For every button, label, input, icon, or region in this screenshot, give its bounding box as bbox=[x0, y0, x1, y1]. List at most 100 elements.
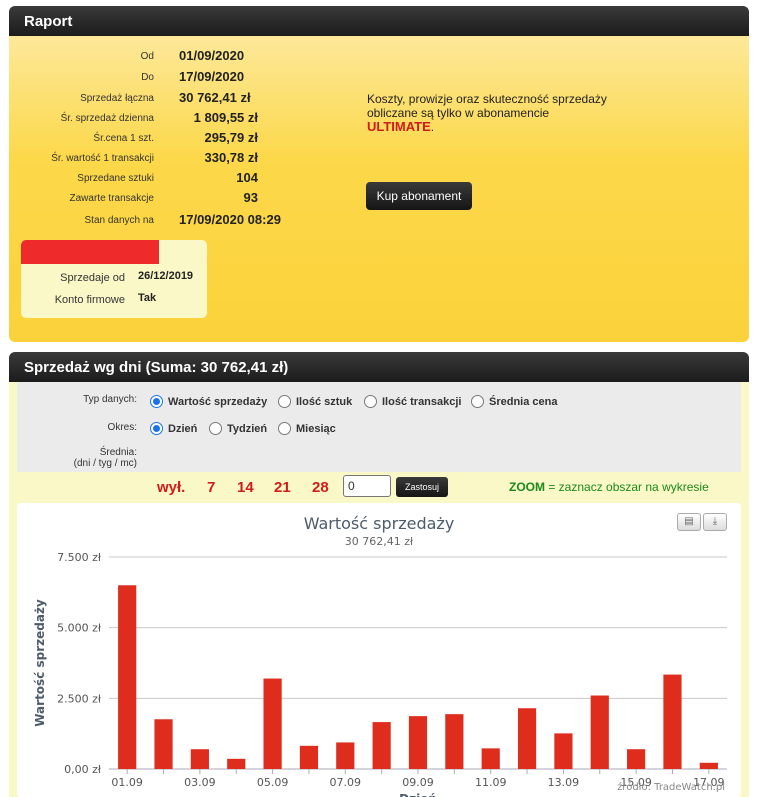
x-tick-label: 05.09 bbox=[257, 776, 289, 789]
x-tick-label: 09.09 bbox=[402, 776, 434, 789]
bar-09.09 bbox=[408, 716, 428, 769]
stat-value: 330,78 zł bbox=[204, 150, 259, 165]
seller-info-box: Sprzedaje od 26/12/2019 Konto firmowe Ta… bbox=[21, 240, 207, 318]
stat-value: 01/09/2020 bbox=[179, 48, 245, 63]
radio-label: Tydzień bbox=[227, 422, 268, 435]
y-tick-label: 0,00 zł bbox=[64, 763, 102, 776]
data-type-label: Typ danych: bbox=[83, 394, 137, 405]
promo-ultimate: ULTIMATE bbox=[367, 119, 431, 134]
radio-label: Ilość transakcji bbox=[382, 395, 462, 408]
stat-value: 17/09/2020 08:29 bbox=[179, 212, 281, 227]
chart-container[interactable]: ▤ ⤓ Wartość sprzedaży 30 762,41 zł 0,00 zł… bbox=[17, 503, 741, 797]
stat-value: 1 809,55 zł bbox=[193, 110, 258, 125]
stat-row-avg-price: Śr.cena 1 szt. 295,79 zł bbox=[9, 130, 329, 150]
radio-week[interactable]: Tydzień bbox=[209, 422, 267, 435]
sales-panel-title: Sprzedaż wg dni (Suma: 30 762,41 zł) bbox=[9, 352, 749, 382]
stat-row-avg-transaction: Śr. wartość 1 transakcji 330,78 zł bbox=[9, 150, 329, 170]
radio-dot[interactable] bbox=[364, 395, 377, 408]
stat-row-to: Do 17/09/2020 bbox=[9, 69, 329, 89]
average-option-off[interactable]: wył. bbox=[157, 479, 185, 496]
radio-dot[interactable] bbox=[209, 422, 222, 435]
stat-value: 17/09/2020 bbox=[179, 69, 245, 84]
subscription-promo: Koszty, prowizje oraz skuteczność sprzed… bbox=[367, 92, 647, 134]
y-axis-label: Wartość sprzedaży bbox=[33, 599, 47, 727]
company-account-value: Tak bbox=[138, 292, 157, 304]
average-input[interactable]: 0 bbox=[343, 475, 391, 497]
average-sublabel: (dni / tyg / mc) bbox=[73, 458, 137, 469]
bar-03.09 bbox=[190, 749, 209, 769]
radio-dot[interactable] bbox=[150, 422, 163, 435]
seller-since-label: Sprzedaje od bbox=[60, 272, 125, 284]
bar-04.09 bbox=[227, 758, 246, 769]
chart-controls: Typ danych: Wartość sprzedaży Ilość sztu… bbox=[17, 382, 741, 472]
bar-02.09 bbox=[154, 719, 173, 769]
zoom-text: = zaznacz obszar na wykresie bbox=[545, 480, 709, 494]
stat-value: 104 bbox=[236, 170, 258, 185]
report-panel: Raport Od 01/09/2020 Do 17/09/2020 Sprze… bbox=[9, 6, 749, 342]
bar-10.09 bbox=[445, 714, 464, 769]
x-axis-label: Dzień bbox=[399, 792, 437, 797]
radio-dot[interactable] bbox=[278, 395, 291, 408]
seller-since-value: 26/12/2019 bbox=[138, 270, 194, 282]
x-tick-label: 01.09 bbox=[111, 776, 143, 789]
stat-label: Stan danych na bbox=[84, 215, 155, 226]
radio-day[interactable]: Dzień bbox=[150, 422, 197, 435]
stat-value: 93 bbox=[243, 190, 258, 205]
report-title: Raport bbox=[9, 6, 749, 36]
report-body: Od 01/09/2020 Do 17/09/2020 Sprzedaż łąc… bbox=[9, 36, 749, 342]
bar-11.09 bbox=[481, 748, 500, 769]
stat-value: 295,79 zł bbox=[204, 130, 259, 145]
bar-05.09 bbox=[263, 678, 282, 769]
average-option-21[interactable]: 21 bbox=[274, 479, 291, 496]
radio-dot[interactable] bbox=[278, 422, 291, 435]
stat-value: 30 762,41 zł bbox=[179, 90, 251, 105]
sales-bar-chart[interactable]: Wartość sprzedaży 30 762,41 zł 0,00 zł 2.50… bbox=[17, 503, 741, 797]
x-tick-label: 07.09 bbox=[330, 776, 362, 789]
zoom-word: ZOOM bbox=[509, 480, 545, 494]
stat-row-transactions: Zawarte transakcje 93 bbox=[9, 190, 329, 210]
bar-06.09 bbox=[299, 745, 319, 769]
chart-subtitle: 30 762,41 zł bbox=[345, 535, 414, 548]
bar-12.09 bbox=[517, 708, 537, 769]
stat-row-items-sold: Sprzedane sztuki 104 bbox=[9, 170, 329, 190]
radio-dot[interactable] bbox=[150, 395, 163, 408]
stat-row-data-as-of: Stan danych na 17/09/2020 08:29 bbox=[9, 212, 329, 232]
radio-quantity[interactable]: Ilość sztuk bbox=[278, 395, 352, 408]
chart-title: Wartość sprzedaży bbox=[304, 514, 455, 533]
buy-subscription-button[interactable]: Kup abonament bbox=[366, 182, 472, 210]
average-option-7[interactable]: 7 bbox=[207, 479, 215, 496]
radio-sales-value[interactable]: Wartość sprzedaży bbox=[150, 395, 267, 408]
radio-label: Dzień bbox=[168, 422, 198, 435]
bar-14.09 bbox=[590, 695, 609, 769]
stat-label: Śr.cena 1 szt. bbox=[93, 133, 154, 144]
bar-07.09 bbox=[336, 742, 355, 769]
radio-label: Wartość sprzedaży bbox=[168, 395, 268, 408]
promo-dot: . bbox=[430, 120, 435, 134]
bar-17.09 bbox=[699, 762, 718, 769]
stat-label: Zawarte transakcje bbox=[69, 193, 154, 204]
radio-avg-price[interactable]: Średnia cena bbox=[471, 395, 557, 408]
bar-08.09 bbox=[372, 722, 391, 769]
apply-button[interactable]: Zastosuj bbox=[396, 477, 448, 497]
y-tick-label: 2.500 zł bbox=[57, 692, 102, 705]
company-account-label: Konto firmowe bbox=[54, 294, 125, 306]
average-option-14[interactable]: 14 bbox=[237, 479, 254, 496]
promo-text: Koszty, prowizje oraz skuteczność sprzed… bbox=[367, 92, 607, 120]
x-tick-label: 03.09 bbox=[184, 776, 216, 789]
radio-label: Średnia cena bbox=[489, 395, 558, 408]
stat-label: Od bbox=[140, 51, 154, 62]
radio-transactions[interactable]: Ilość transakcji bbox=[364, 395, 462, 408]
stat-row-daily-avg: Śr. sprzedaż dzienna 1 809,55 zł bbox=[9, 110, 329, 130]
stat-label: Śr. sprzedaż dzienna bbox=[60, 113, 154, 124]
y-tick-label: 5.000 zł bbox=[57, 622, 102, 635]
zoom-hint: ZOOM = zaznacz obszar na wykresie bbox=[509, 480, 709, 494]
stat-row-total-sales: Sprzedaż łączna 30 762,41 zł bbox=[9, 90, 329, 110]
bar-15.09 bbox=[627, 749, 646, 769]
radio-dot[interactable] bbox=[471, 395, 484, 408]
period-label: Okres: bbox=[107, 422, 137, 433]
x-tick-label: 11.09 bbox=[475, 776, 507, 789]
radio-label: Ilość sztuk bbox=[296, 395, 353, 408]
radio-month[interactable]: Miesiąc bbox=[278, 422, 336, 435]
y-tick-label: 7.500 zł bbox=[57, 551, 102, 564]
average-option-28[interactable]: 28 bbox=[312, 479, 329, 496]
